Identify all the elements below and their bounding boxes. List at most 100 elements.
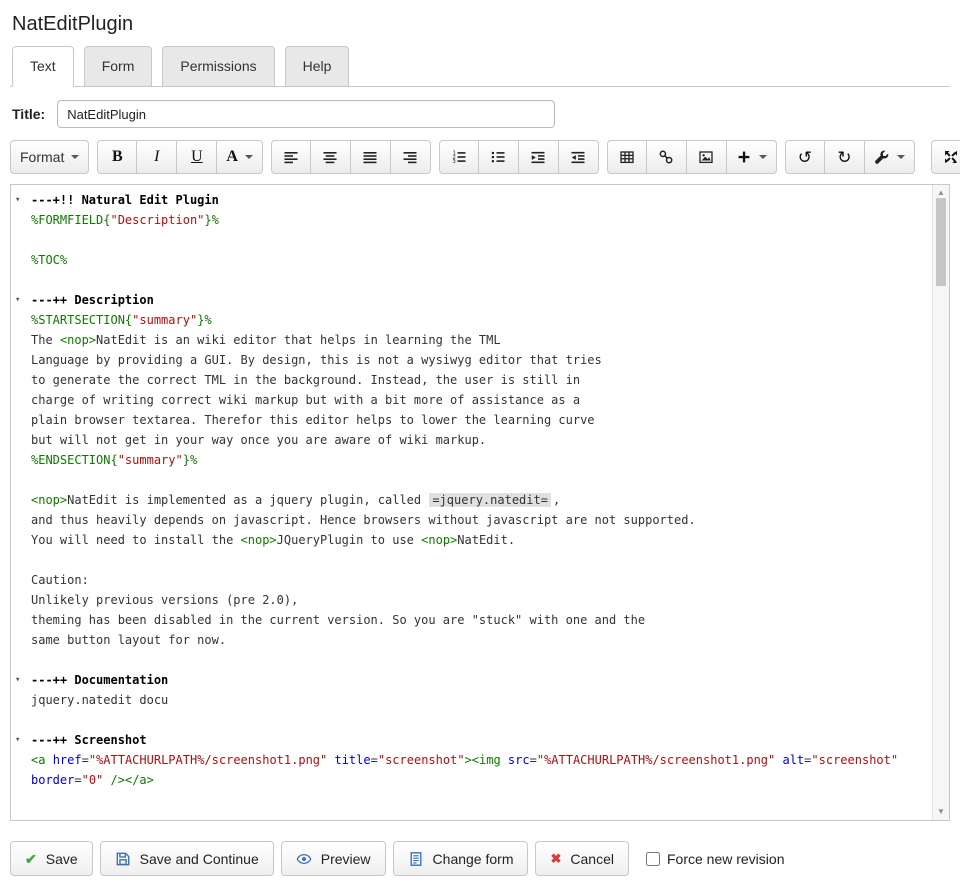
form-icon xyxy=(408,851,424,867)
editor-line: Caution: xyxy=(11,570,932,590)
title-row: Title: xyxy=(12,100,950,128)
toolbar-group: 123 xyxy=(439,140,599,174)
editor-line: to generate the correct TML in the backg… xyxy=(11,370,932,390)
image-icon xyxy=(698,149,714,165)
align-justify-icon xyxy=(362,149,378,165)
font-color-icon: A xyxy=(226,149,238,165)
save-button[interactable]: ✔ Save xyxy=(10,841,93,876)
fold-marker-icon[interactable]: ▾ xyxy=(15,670,20,690)
actions-bar: ✔ Save Save and Continue Preview Change form… xyxy=(10,841,950,876)
editor-line: jquery.natedit docu xyxy=(11,690,932,710)
editor-line: %ENDSECTION{"summary"}% xyxy=(11,450,932,470)
chevron-down-icon xyxy=(897,155,905,159)
editor-line: <nop>NatEdit is implemented as a jquery … xyxy=(11,490,932,510)
indent-icon xyxy=(530,149,546,165)
cancel-icon: ✖ xyxy=(550,852,561,865)
cancel-button-label: Cancel xyxy=(570,851,614,867)
align-left-button[interactable] xyxy=(271,140,311,174)
table-icon xyxy=(619,149,635,165)
chevron-down-icon xyxy=(71,155,79,159)
align-center-button[interactable] xyxy=(311,140,351,174)
fold-marker-icon[interactable]: ▾ xyxy=(15,290,20,310)
editor-line: %FORMFIELD{"Description"}% xyxy=(11,210,932,230)
force-new-revision-checkbox[interactable] xyxy=(646,852,660,866)
editor-line: plain browser textarea. Therefor this ed… xyxy=(11,410,932,430)
format-dropdown-label: Format xyxy=(20,149,64,165)
editor-line: theming has been disabled in the current… xyxy=(11,610,932,630)
editor-line: Unlikely previous versions (pre 2.0), xyxy=(11,590,932,610)
title-label: Title: xyxy=(12,106,45,122)
table-button[interactable] xyxy=(607,140,647,174)
editor-line: %TOC% xyxy=(11,250,932,270)
scroll-down-button[interactable]: ▼ xyxy=(933,806,949,818)
underline-icon: U xyxy=(191,149,203,165)
force-new-revision-field[interactable]: Force new revision xyxy=(646,851,785,867)
underline-button[interactable]: U xyxy=(177,140,217,174)
preview-button-label: Preview xyxy=(321,851,371,867)
fullscreen-button[interactable] xyxy=(931,140,960,174)
chevron-down-icon xyxy=(245,155,253,159)
editor-scrollbar[interactable]: ▲ ▼ xyxy=(932,185,949,820)
undo-icon: ↺ xyxy=(798,149,812,166)
editor-line: %STARTSECTION{"summary"}% xyxy=(11,310,932,330)
insert-button[interactable] xyxy=(727,140,777,174)
fold-marker-icon[interactable]: ▾ xyxy=(15,730,20,750)
tab-bar: TextFormPermissions Help xyxy=(10,46,950,87)
italic-button[interactable]: I xyxy=(137,140,177,174)
check-icon: ✔ xyxy=(25,852,37,866)
editor-line: The <nop>NatEdit is an wiki editor that … xyxy=(11,330,932,350)
tab-permissions[interactable]: Permissions xyxy=(162,46,274,86)
align-right-button[interactable] xyxy=(391,140,431,174)
editor-line: border="0" /></a> xyxy=(11,770,932,790)
tab-help[interactable]: Help xyxy=(285,46,350,86)
preview-button[interactable]: Preview xyxy=(281,841,386,876)
change-form-button[interactable]: Change form xyxy=(393,841,529,876)
link-button[interactable] xyxy=(647,140,687,174)
toolbar-group: Format xyxy=(10,140,89,174)
redo-button[interactable]: ↻ xyxy=(825,140,865,174)
outdent-button[interactable] xyxy=(559,140,599,174)
editor-line: ▾---++ Documentation xyxy=(11,670,932,690)
unordered-list-button[interactable] xyxy=(479,140,519,174)
editor-line: ▾---++ Screenshot xyxy=(11,730,932,750)
font-color-button[interactable]: A xyxy=(217,140,263,174)
bold-button[interactable]: B xyxy=(97,140,137,174)
redo-icon: ↻ xyxy=(837,149,851,166)
editor-line xyxy=(11,550,932,570)
chevron-down-icon xyxy=(759,155,767,159)
toolbar-group: ↺↻ xyxy=(785,140,915,174)
image-button[interactable] xyxy=(687,140,727,174)
fold-marker-icon[interactable]: ▾ xyxy=(15,190,20,210)
save-button-label: Save xyxy=(46,851,78,867)
editor-textarea[interactable]: ▾---+!! Natural Edit Plugin%FORMFIELD{"D… xyxy=(10,184,950,821)
tab-form[interactable]: Form xyxy=(84,46,153,86)
eye-icon xyxy=(296,851,312,867)
editor-line: Language by providing a GUI. By design, … xyxy=(11,350,932,370)
align-right-icon xyxy=(402,149,418,165)
title-input[interactable] xyxy=(57,100,555,128)
toolbar-group: BIU A xyxy=(97,140,263,174)
editor-line xyxy=(11,470,932,490)
editor-line xyxy=(11,230,932,250)
editor-content: ▾---+!! Natural Edit Plugin%FORMFIELD{"D… xyxy=(11,185,932,820)
editor-line xyxy=(11,650,932,670)
editor-line: same button layout for now. xyxy=(11,630,932,650)
wrench-icon xyxy=(874,149,890,165)
plus-icon xyxy=(736,149,752,165)
wrench-button[interactable] xyxy=(865,140,915,174)
link-icon xyxy=(658,149,674,165)
undo-button[interactable]: ↺ xyxy=(785,140,825,174)
floppy-icon xyxy=(115,851,131,867)
toolbar-group xyxy=(607,140,777,174)
scrollbar-thumb[interactable] xyxy=(936,198,946,286)
edit-page: NatEditPlugin TextFormPermissionsHelp Ti… xyxy=(0,0,960,886)
editor-line xyxy=(11,710,932,730)
save-and-continue-button[interactable]: Save and Continue xyxy=(100,841,274,876)
align-justify-button[interactable] xyxy=(351,140,391,174)
cancel-button[interactable]: ✖ Cancel xyxy=(535,841,629,876)
indent-button[interactable] xyxy=(519,140,559,174)
format-dropdown[interactable]: Format xyxy=(10,140,89,174)
ordered-list-button[interactable]: 123 xyxy=(439,140,479,174)
editor-line: charge of writing correct wiki markup bu… xyxy=(11,390,932,410)
tab-text[interactable]: Text xyxy=(12,46,74,87)
